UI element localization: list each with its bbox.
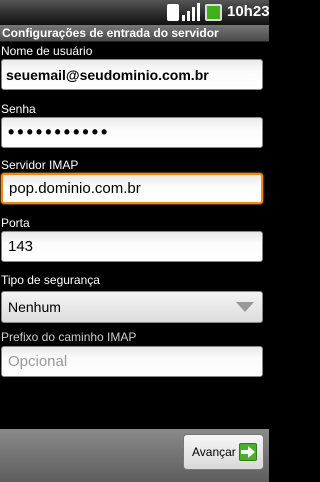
imap-server-field[interactable]: pop.dominio.com.br [1,173,263,204]
imap-server-label: Servidor IMAP [1,158,79,172]
page-title: Configurações de entrada do servidor [2,26,219,40]
next-button-label: Avançar [192,445,236,459]
battery-icon [205,4,222,21]
password-field[interactable]: ••••••••••• [1,117,263,148]
security-select[interactable]: Nenhum [1,291,263,323]
title-bar: Configurações de entrada do servidor [0,25,269,42]
dropdown-arrow-icon[interactable] [228,292,262,322]
wifi-icon [167,4,179,21]
port-label: Porta [1,216,30,230]
next-button[interactable]: Avançar [183,434,264,470]
status-bar: 10h23 [0,0,270,26]
security-label: Tipo de segurança [1,273,100,287]
password-label: Senha [1,102,36,116]
security-value: Nenhum [8,299,61,315]
arrow-right-icon [239,443,257,461]
signal-icon [182,3,202,26]
clock: 10h23 [227,3,270,20]
username-label: Nome de usuário [1,44,93,58]
imap-prefix-field[interactable]: Opcional [1,346,263,377]
port-field[interactable]: 143 [1,231,263,262]
imap-prefix-label: Prefixo do caminho IMAP [1,330,137,344]
username-field[interactable]: seuemail@seudominio.com.br [1,59,263,90]
